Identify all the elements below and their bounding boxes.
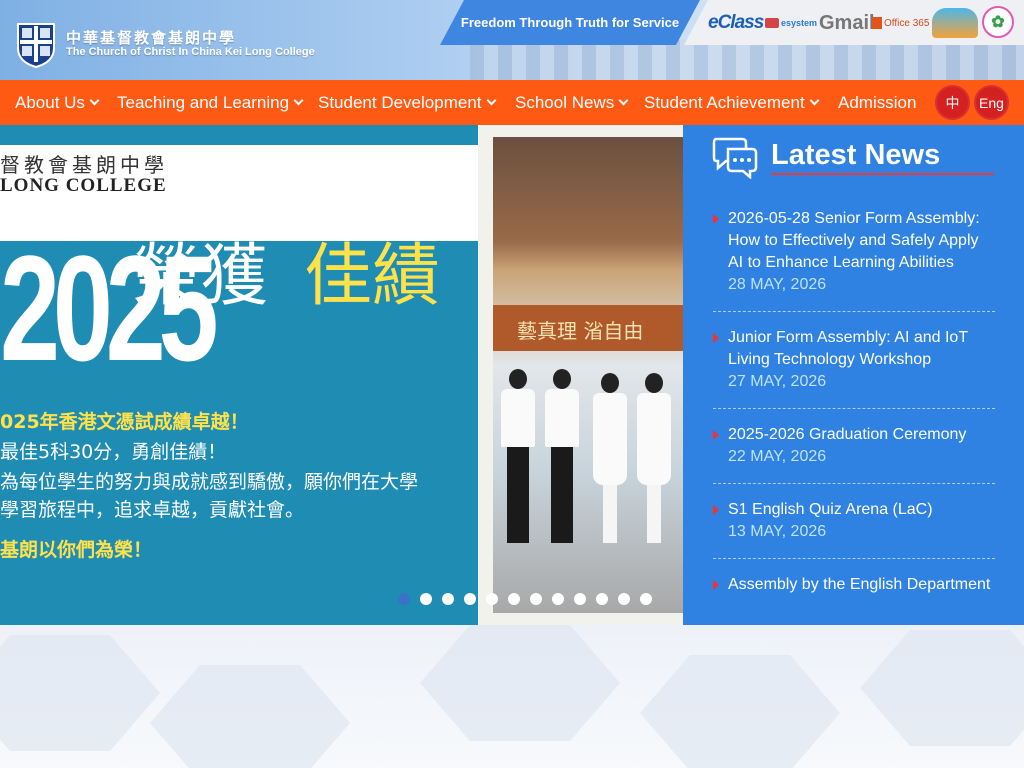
triangle-bullet-icon (713, 580, 719, 590)
news-divider (713, 483, 995, 484)
page-background-pattern (0, 625, 1024, 768)
building-photo-strip (470, 40, 1024, 80)
campus-logo-link[interactable]: ✿ (982, 6, 1014, 38)
esystem-link[interactable]: esystem (781, 10, 817, 36)
news-item-date: 22 MAY, 2026 (728, 448, 827, 465)
news-divider (713, 408, 995, 409)
latest-news-title: Latest News (771, 139, 941, 171)
eclass-icon (765, 18, 780, 28)
news-item[interactable]: Junior Form Assembly: AI and IoT Living … (713, 327, 995, 393)
poster-line-5: 基朗以你們為榮！ (0, 539, 153, 561)
student-figure (635, 373, 673, 543)
motto-text: Freedom Through Truth for Service (460, 15, 680, 30)
hex-pattern (150, 665, 350, 768)
students-photo: 藝真理 渻自由 (493, 137, 683, 613)
school-name-en: The Church of Christ In China Kei Long C… (66, 46, 315, 58)
poster-line-4: 學習旅程中，追求卓越，貢獻社會。 (0, 499, 305, 521)
office-icon (872, 17, 882, 29)
slider-dot[interactable] (508, 593, 520, 605)
chevron-down-icon (486, 95, 496, 106)
slider-dot[interactable] (420, 593, 432, 605)
slider-dot[interactable] (618, 593, 630, 605)
motto-banner: Freedom Through Truth for Service (440, 0, 700, 45)
slider-dot[interactable] (640, 593, 652, 605)
news-item-title[interactable]: S1 English Quiz Arena (LaC) (728, 499, 995, 521)
nav-student-achievement[interactable]: Student Achievement (644, 80, 820, 125)
news-item[interactable]: 2026-05-28 Senior Form Assembly: How to … (713, 208, 995, 296)
chat-bubbles-icon (712, 137, 758, 179)
student-figure (591, 373, 629, 543)
hex-pattern (860, 630, 1024, 746)
lang-english-button[interactable]: Eng (974, 85, 1009, 120)
poster-title-2: 佳績 (304, 237, 441, 316)
poster-line-2: 最佳5科30分，勇創佳績！ (0, 441, 227, 463)
chevron-down-icon (618, 95, 629, 106)
triangle-bullet-icon (713, 214, 719, 224)
school-name-zh: 中華基督教會基朗中學 (66, 29, 237, 47)
latest-news-panel: Latest News 2026-05-28 Senior Form Assem… (683, 125, 1024, 625)
student-figure (543, 369, 581, 543)
news-item-title[interactable]: Junior Form Assembly: AI and IoT Living … (728, 327, 995, 371)
news-item-title[interactable]: 2026-05-28 Senior Form Assembly: How to … (728, 208, 995, 274)
chevron-down-icon (89, 95, 100, 106)
slider-dot[interactable] (574, 593, 586, 605)
poster-line-3: 為每位學生的努力與成就感到驕傲，願你們在大學 (0, 471, 419, 493)
gmail-link[interactable]: Gmail (819, 10, 875, 36)
poster-line-1: 025年香港文憑試成績卓越！ (0, 411, 249, 433)
news-item[interactable]: 2025-2026 Graduation Ceremony 22 MAY, 20… (713, 424, 995, 468)
title-underline (771, 173, 994, 175)
news-divider (713, 311, 995, 312)
nav-student-development[interactable]: Student Development (318, 80, 496, 125)
chevron-down-icon (809, 95, 820, 106)
slide-photo-frame: 藝真理 渻自由 (478, 125, 683, 625)
triangle-bullet-icon (713, 333, 719, 343)
student-figure (499, 369, 537, 543)
slider-dot[interactable] (596, 593, 608, 605)
quick-links-bar: eClass esystem Gmail Office 365 ✿ (684, 0, 1024, 45)
news-item-date: 28 MAY, 2026 (728, 276, 827, 293)
eclass-link[interactable]: eClass (708, 10, 780, 36)
poster-school-name-en: LONG COLLEGE (0, 175, 167, 196)
news-item-date: 27 MAY, 2026 (728, 373, 827, 390)
triangle-bullet-icon (713, 430, 719, 440)
main-nav: About Us Teaching and Learning Student D… (0, 80, 1024, 125)
poster-title-1: 榮獲 (132, 237, 269, 316)
slider-dot[interactable] (442, 593, 454, 605)
site-header: 中華基督教會基朗中學 The Church of Christ In China… (0, 0, 1024, 80)
poster-school-name-zh: 督教會基朗中學 (0, 153, 168, 177)
news-item[interactable]: S1 English Quiz Arena (LaC) 13 MAY, 2026 (713, 499, 995, 543)
lang-chinese-button[interactable]: 中 (935, 85, 970, 120)
nav-teaching-learning[interactable]: Teaching and Learning (117, 80, 304, 125)
triangle-bullet-icon (713, 505, 719, 515)
hex-pattern (0, 635, 160, 751)
chevron-down-icon (293, 95, 304, 106)
nav-about-us[interactable]: About Us (15, 80, 100, 125)
slider-dot[interactable] (486, 593, 498, 605)
photo-sign: 藝真理 渻自由 (493, 305, 683, 351)
school-crest-icon[interactable] (14, 18, 58, 68)
nav-admission[interactable]: Admission (838, 80, 916, 125)
news-item-date: 13 MAY, 2026 (728, 523, 827, 540)
school-site-logo-link[interactable] (932, 8, 978, 38)
hex-pattern (420, 625, 620, 741)
slider-dot[interactable] (530, 593, 542, 605)
hex-pattern (640, 655, 840, 768)
slider-pagination (398, 593, 652, 605)
slider-dot[interactable] (552, 593, 564, 605)
news-item-title[interactable]: 2025-2026 Graduation Ceremony (728, 424, 995, 446)
slider-dot[interactable] (398, 593, 410, 605)
news-item-title[interactable]: Assembly by the English Department (728, 574, 995, 596)
news-divider (713, 558, 995, 559)
news-item[interactable]: Assembly by the English Department (713, 574, 995, 596)
slide-poster: 督教會基朗中學 LONG COLLEGE 2025 榮獲 佳績 025年香港文憑… (0, 125, 478, 625)
nav-school-news[interactable]: School News (515, 80, 629, 125)
office365-link[interactable]: Office 365 (872, 10, 929, 36)
hero-slider[interactable]: 督教會基朗中學 LONG COLLEGE 2025 榮獲 佳績 025年香港文憑… (0, 125, 683, 625)
slider-dot[interactable] (464, 593, 476, 605)
